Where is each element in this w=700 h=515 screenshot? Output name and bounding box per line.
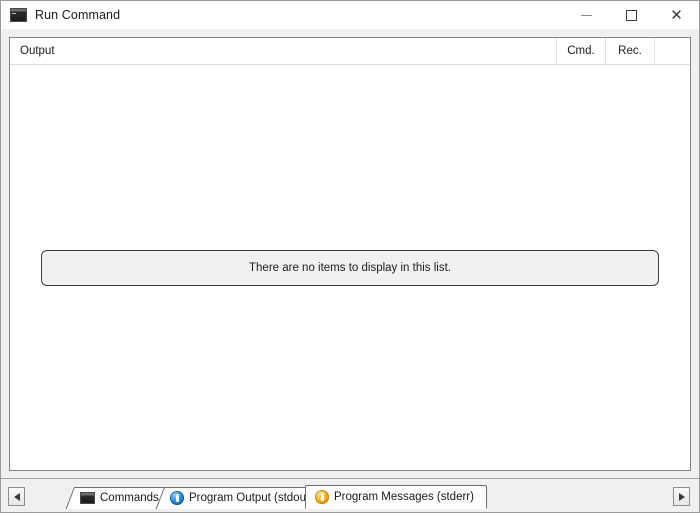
- tab-program-messages-label: Program Messages (stderr): [334, 491, 474, 503]
- tab-scroll-left-button[interactable]: [8, 487, 25, 506]
- minimize-icon: [581, 14, 592, 16]
- tab-left-edge: [63, 487, 75, 515]
- column-header-filler: [654, 38, 690, 64]
- client-area: Output Cmd. Rec. There are no items to d…: [1, 30, 699, 512]
- tab-program-output[interactable]: Program Output (stdout): [155, 487, 327, 509]
- output-listview[interactable]: Output Cmd. Rec. There are no items to d…: [9, 37, 691, 471]
- column-header-cmd[interactable]: Cmd.: [556, 38, 605, 64]
- maximize-icon: [626, 9, 637, 21]
- tab-scroll-right-button[interactable]: [673, 487, 690, 506]
- triangle-right-icon: [678, 492, 685, 501]
- listview-body[interactable]: There are no items to display in this li…: [10, 65, 690, 470]
- tab-strip: Commands Program Output (stdout) Program…: [1, 478, 699, 512]
- console-icon: [10, 8, 27, 22]
- triangle-left-icon: [13, 492, 20, 501]
- run-command-window: Run Command ✕ Output Cmd. Rec. There are…: [0, 0, 700, 513]
- window-controls: ✕: [564, 1, 699, 29]
- tab-program-messages[interactable]: Program Messages (stderr): [305, 485, 487, 509]
- listview-header: Output Cmd. Rec.: [10, 38, 690, 65]
- title-bar: Run Command ✕: [1, 1, 699, 30]
- tab-program-output-label: Program Output (stdout): [189, 492, 313, 504]
- empty-list-message: There are no items to display in this li…: [41, 249, 659, 286]
- tab-commands-label: Commands: [100, 492, 159, 504]
- minimize-button[interactable]: [564, 1, 609, 29]
- warning-circle-icon: [315, 490, 329, 504]
- console-icon: [80, 492, 95, 504]
- column-header-output[interactable]: Output: [10, 38, 556, 64]
- close-button[interactable]: ✕: [654, 1, 699, 29]
- column-header-output-label: Output: [20, 45, 55, 57]
- empty-list-message-text: There are no items to display in this li…: [249, 261, 451, 274]
- info-circle-icon: [170, 491, 184, 505]
- column-header-cmd-label: Cmd.: [567, 45, 595, 57]
- tabs-container: Commands Program Output (stdout) Program…: [31, 482, 673, 509]
- tab-top-edge: [164, 487, 326, 488]
- close-icon: ✕: [670, 5, 683, 24]
- maximize-button[interactable]: [609, 1, 654, 29]
- tab-top-edge: [74, 487, 172, 488]
- column-header-rec-label: Rec.: [618, 45, 642, 57]
- column-header-rec[interactable]: Rec.: [605, 38, 654, 64]
- window-title: Run Command: [35, 8, 121, 22]
